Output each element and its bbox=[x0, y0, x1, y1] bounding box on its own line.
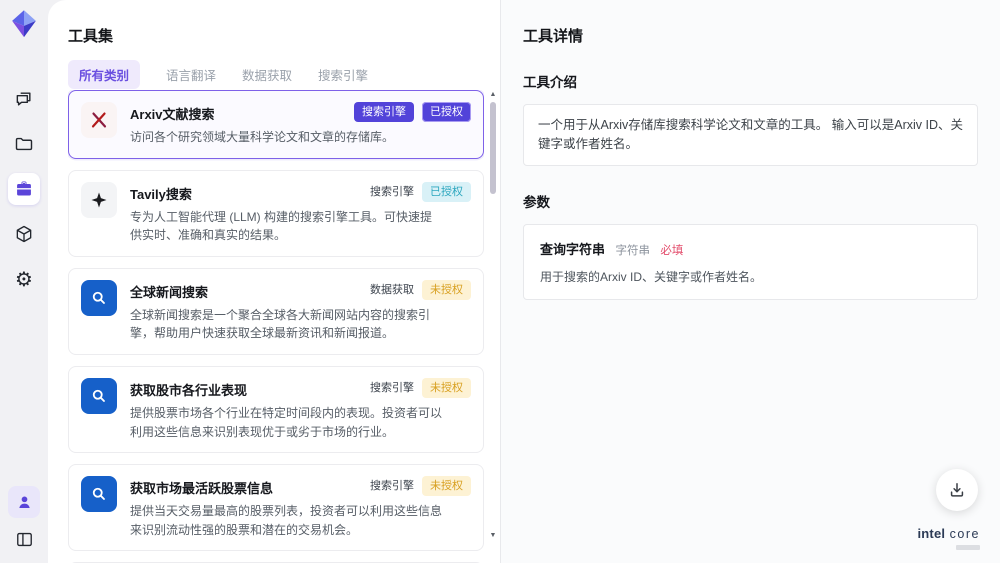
tab-all-categories[interactable]: 所有类别 bbox=[68, 60, 141, 89]
scroll-up-icon[interactable]: ▲ bbox=[488, 90, 498, 100]
auth-badge: 已授权 bbox=[422, 181, 471, 202]
chat-icon bbox=[16, 92, 31, 106]
app-logo-icon bbox=[12, 10, 36, 38]
tool-title: 获取市场最活跃股票信息 bbox=[130, 481, 274, 497]
auth-badge: 未授权 bbox=[422, 476, 471, 497]
category-badge: 搜索引擎 bbox=[370, 480, 414, 493]
param-name: 查询字符串 bbox=[540, 241, 606, 257]
tool-card-active-stocks[interactable]: 获取市场最活跃股票信息 搜索引擎 未授权 提供当天交易量最高的股票列表，投资者可… bbox=[68, 464, 484, 552]
tool-card-sector-performance[interactable]: 获取股市各行业表现 搜索引擎 未授权 提供股票市场各个行业在特定时间段内的表现。… bbox=[68, 365, 484, 454]
tool-title: Tavily搜索 bbox=[130, 186, 192, 202]
category-badge: 搜索引擎 bbox=[370, 185, 414, 198]
scrollbar-thumb[interactable] bbox=[490, 102, 496, 194]
sidebar-bottom bbox=[8, 486, 40, 555]
tool-card-global-news[interactable]: 全球新闻搜索 数据获取 未授权 全球新闻搜索是一个聚合全球各大新闻网站内容的搜索… bbox=[68, 267, 484, 355]
tool-description: 提供股票市场各个行业在特定时间段内的表现。投资者可以利用这些信息来识别表现优于或… bbox=[130, 405, 443, 439]
main-content: 工具集 所有类别 语言翻译 数据获取 搜索引擎 Arxiv文献搜索 搜索引擎 已… bbox=[48, 0, 1000, 563]
user-icon bbox=[18, 495, 30, 508]
category-badge: 搜索引擎 bbox=[354, 102, 414, 123]
intro-heading: 工具介绍 bbox=[523, 75, 577, 90]
param-required-badge: 必填 bbox=[660, 244, 684, 257]
gear-icon: ⚙ bbox=[15, 267, 33, 291]
search-blue-icon bbox=[81, 476, 117, 513]
tab-search-engine[interactable]: 搜索引擎 bbox=[318, 65, 368, 84]
tool-card-tavily[interactable]: Tavily搜索 搜索引擎 已授权 专为人工智能代理 (LLM) 构建的搜索引擎… bbox=[68, 169, 484, 257]
tool-card-arxiv[interactable]: Arxiv文献搜索 搜索引擎 已授权 访问各个研究领域大量科学论文和文章的存储库… bbox=[68, 90, 484, 159]
sidebar-item-models[interactable] bbox=[8, 218, 40, 250]
tool-list: Arxiv文献搜索 搜索引擎 已授权 访问各个研究领域大量科学论文和文章的存储库… bbox=[68, 90, 484, 563]
sidebar-item-chat[interactable] bbox=[8, 83, 40, 115]
tool-title: 全球新闻搜索 bbox=[130, 284, 209, 300]
param-description: 用于搜索的Arxiv ID、关键字或作者姓名。 bbox=[540, 269, 763, 284]
download-icon bbox=[950, 483, 964, 497]
category-tabs: 所有类别 语言翻译 数据获取 搜索引擎 bbox=[68, 60, 368, 89]
briefcase-icon bbox=[17, 181, 31, 196]
app-window: ⚙ 工具集 所有类别 语言翻译 数据获取 搜索引擎 Arxiv文献搜索 搜索引擎… bbox=[0, 0, 1000, 563]
sidebar-item-collapse[interactable] bbox=[8, 523, 40, 555]
tool-detail-pane: 工具详情 工具介绍 一个用于从Arxiv存储库搜索科学论文和文章的工具。 输入可… bbox=[500, 0, 1000, 563]
list-scrollbar[interactable]: ▲ ▼ bbox=[488, 90, 498, 559]
search-blue-icon bbox=[81, 279, 117, 316]
tavily-star-icon bbox=[81, 181, 117, 218]
auth-badge: 未授权 bbox=[422, 279, 471, 301]
sidebar-item-account[interactable] bbox=[8, 486, 40, 518]
panel-icon bbox=[16, 532, 32, 546]
tool-title: 获取股市各行业表现 bbox=[130, 382, 248, 398]
params-heading: 参数 bbox=[523, 194, 550, 210]
auth-badge: 未授权 bbox=[422, 377, 471, 399]
tab-translation[interactable]: 语言翻译 bbox=[166, 65, 216, 84]
tool-title: Arxiv文献搜索 bbox=[130, 107, 215, 122]
intel-core-logo: intel core bbox=[917, 525, 980, 550]
sidebar-item-files[interactable] bbox=[8, 128, 40, 160]
category-badge: 数据获取 bbox=[370, 283, 414, 296]
auth-badge: 已授权 bbox=[422, 102, 471, 123]
intel-wordmark: intel bbox=[917, 526, 946, 541]
sidebar-item-settings[interactable]: ⚙ bbox=[8, 263, 40, 295]
tool-description: 访问各个研究领域大量科学论文和文章的存储库。 bbox=[130, 130, 395, 144]
tool-description: 提供当天交易量最高的股票列表，投资者可以利用这些信息来识别流动性强的股票和潜在的… bbox=[130, 504, 443, 537]
sidebar: ⚙ bbox=[0, 0, 48, 563]
toolset-pane: 工具集 所有类别 语言翻译 数据获取 搜索引擎 Arxiv文献搜索 搜索引擎 已… bbox=[48, 0, 500, 563]
sidebar-item-tools[interactable] bbox=[8, 173, 40, 205]
category-badge: 搜索引擎 bbox=[370, 381, 414, 394]
arxiv-icon bbox=[81, 102, 117, 138]
search-blue-icon bbox=[81, 377, 117, 414]
tab-data-fetch[interactable]: 数据获取 bbox=[242, 65, 292, 84]
scroll-down-icon[interactable]: ▼ bbox=[488, 531, 498, 541]
parameter-item: 查询字符串 字符串 必填 用于搜索的Arxiv ID、关键字或作者姓名。 bbox=[523, 223, 978, 300]
folder-icon bbox=[15, 137, 33, 151]
tool-intro-text: 一个用于从Arxiv存储库搜索科学论文和文章的工具。 输入可以是Arxiv ID… bbox=[523, 104, 978, 166]
cube-icon bbox=[16, 225, 32, 243]
sidebar-nav: ⚙ bbox=[8, 83, 40, 295]
tool-description: 全球新闻搜索是一个聚合全球各大新闻网站内容的搜索引擎，帮助用户快速获取全球最新资… bbox=[130, 307, 431, 341]
tool-description: 专为人工智能代理 (LLM) 构建的搜索引擎工具。可快速提供实时、准确和真实的结… bbox=[130, 209, 433, 243]
page-title: 工具集 bbox=[68, 28, 114, 45]
param-type: 字符串 bbox=[615, 244, 650, 257]
core-wordmark: core bbox=[949, 527, 980, 541]
detail-title: 工具详情 bbox=[523, 28, 584, 45]
logo-subtext-bar bbox=[956, 545, 980, 550]
download-button[interactable] bbox=[936, 469, 978, 511]
